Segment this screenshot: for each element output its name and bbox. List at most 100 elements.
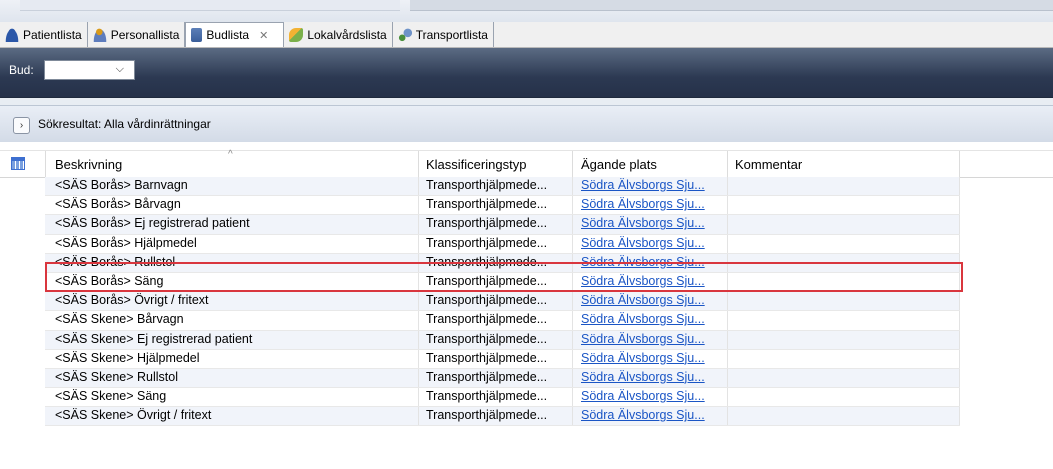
search-results-bar: › Sökresultat: Alla vårdinrättningar <box>0 105 1053 143</box>
cell-beskrivning: <SÄS Skene> Ej registrerad patient <box>55 331 253 346</box>
cleaning-icon <box>289 27 304 42</box>
column-divider[interactable] <box>572 151 573 177</box>
table-row[interactable]: <SÄS Skene> Rullstol Transporthjälpmede..… <box>0 368 1053 389</box>
cell-beskrivning: <SÄS Borås> Ej registrerad patient <box>55 216 250 231</box>
column-divider[interactable] <box>418 151 419 177</box>
results-table: Beskrivning ^ Klassificeringstyp Ägande … <box>0 142 1053 469</box>
cell-beskrivning: <SÄS Skene> Säng <box>55 389 167 404</box>
column-divider <box>572 330 573 350</box>
column-divider <box>727 388 728 408</box>
column-divider <box>572 234 573 254</box>
column-header-beskrivning[interactable]: Beskrivning <box>55 157 122 172</box>
column-divider <box>959 196 960 216</box>
close-tab-icon[interactable]: ✕ <box>259 29 268 42</box>
cell-klassificeringstyp: Transporthjälpmede... <box>426 369 548 384</box>
cell-agande-plats-link[interactable]: Södra Älvsborgs Sju... <box>581 216 705 230</box>
table-row[interactable]: <SÄS Skene> Ej registrerad patient Transp… <box>0 330 1053 350</box>
personnel-icon <box>92 27 107 42</box>
table-row[interactable]: <SÄS Skene> Övrigt / fritext Transporthjä… <box>0 407 1053 427</box>
cell-agande-plats-link[interactable]: Södra Älvsborgs Sju... <box>581 408 705 422</box>
tab-patientlista[interactable]: Patientlista <box>0 22 88 47</box>
column-divider <box>959 388 960 408</box>
bud-select[interactable]: ⌵ <box>44 60 135 80</box>
table-row[interactable]: <SÄS Skene> Hjälpmedel Transporthjälpmede… <box>0 349 1053 369</box>
cell-agande-plats-link[interactable]: Södra Älvsborgs Sju... <box>581 332 705 346</box>
cell-klassificeringstyp: Transporthjälpmede... <box>426 273 548 288</box>
bud-label: Bud: <box>9 63 34 77</box>
column-divider[interactable] <box>727 151 728 177</box>
column-divider <box>418 196 419 216</box>
table-row[interactable]: <SÄS Skene> Säng Transporthjälpmede... Söd… <box>0 388 1053 408</box>
column-divider <box>572 272 573 293</box>
expand-toggle-button[interactable]: › <box>13 117 30 134</box>
column-divider <box>572 368 573 389</box>
tab-personallista[interactable]: Personallista <box>87 22 186 47</box>
tab-lokalvardslista[interactable]: Lokalvårdslista <box>284 22 393 47</box>
column-divider <box>959 177 960 197</box>
cell-beskrivning: <SÄS Skene> Övrigt / fritext <box>55 408 212 423</box>
cell-agande-plats-link[interactable]: Södra Älvsborgs Sju... <box>581 236 705 250</box>
cell-klassificeringstyp: Transporthjälpmede... <box>426 197 548 212</box>
table-row[interactable]: <SÄS Skene> Bårvagn Transporthjälpmede...… <box>0 311 1053 331</box>
search-results-title: Sökresultat: Alla vårdinrättningar <box>38 117 211 131</box>
column-header-kommentar[interactable]: Kommentar <box>735 157 802 172</box>
tab-budlista[interactable]: Budlista ✕ <box>185 22 285 47</box>
table-row[interactable]: <SÄS Borås> Ej registrerad patient Transp… <box>0 215 1053 235</box>
column-divider <box>727 407 728 427</box>
column-divider <box>959 215 960 235</box>
cell-klassificeringstyp: Transporthjälpmede... <box>426 331 548 346</box>
column-divider <box>572 349 573 369</box>
table-grid-icon[interactable] <box>11 157 25 170</box>
table-row[interactable]: <SÄS Borås> Övrigt / fritext Transporthjä… <box>0 292 1053 312</box>
column-divider <box>572 388 573 408</box>
toolbar-strip <box>20 0 400 11</box>
cell-klassificeringstyp: Transporthjälpmede... <box>426 350 548 365</box>
cell-agande-plats-link[interactable]: Södra Älvsborgs Sju... <box>581 255 705 269</box>
cell-agande-plats-link[interactable]: Södra Älvsborgs Sju... <box>581 178 705 192</box>
column-divider <box>959 407 960 427</box>
column-divider <box>572 407 573 427</box>
column-divider <box>418 234 419 254</box>
tab-transportlista[interactable]: Transportlista <box>392 22 494 47</box>
column-divider[interactable] <box>959 151 960 177</box>
cell-klassificeringstyp: Transporthjälpmede... <box>426 389 548 404</box>
table-row[interactable]: <SÄS Borås> Rullstol Transporthjälpmede..… <box>0 253 1053 273</box>
column-divider <box>727 234 728 254</box>
table-header: Beskrivning ^ Klassificeringstyp Ägande … <box>0 149 1053 178</box>
column-divider <box>959 253 960 273</box>
cell-klassificeringstyp: Transporthjälpmede... <box>426 178 548 192</box>
column-divider <box>727 196 728 216</box>
column-divider <box>727 330 728 350</box>
cell-beskrivning: <SÄS Borås> Övrigt / fritext <box>55 293 209 308</box>
cell-agande-plats-link[interactable]: Södra Älvsborgs Sju... <box>581 351 705 365</box>
column-divider <box>959 349 960 369</box>
cell-klassificeringstyp: Transporthjälpmede... <box>426 216 548 231</box>
cell-agande-plats-link[interactable]: Södra Älvsborgs Sju... <box>581 312 705 326</box>
cell-agande-plats-link[interactable]: Södra Älvsborgs Sju... <box>581 293 705 307</box>
cell-beskrivning: <SÄS Borås> Barnvagn <box>55 178 188 192</box>
cell-beskrivning: <SÄS Borås> Säng <box>55 273 164 288</box>
cell-agande-plats-link[interactable]: Södra Älvsborgs Sju... <box>581 274 705 288</box>
column-header-agande-plats[interactable]: Ägande plats <box>581 157 657 172</box>
column-divider <box>572 177 573 197</box>
table-body: <SÄS Borås> Barnvagn Transporthjälpmede..… <box>0 177 1053 427</box>
table-row[interactable]: <SÄS Borås> Bårvagn Transporthjälpmede...… <box>0 196 1053 216</box>
cell-beskrivning: <SÄS Borås> Rullstol <box>55 254 176 269</box>
column-divider <box>727 272 728 293</box>
cell-agande-plats-link[interactable]: Södra Älvsborgs Sju... <box>581 370 705 384</box>
chevron-down-icon: ⌵ <box>115 63 124 75</box>
cell-agande-plats-link[interactable]: Södra Älvsborgs Sju... <box>581 197 705 211</box>
transport-icon <box>397 27 412 42</box>
table-row[interactable]: <SÄS Borås> Säng Transporthjälpmede... Söd… <box>0 272 1053 293</box>
column-header-klassificeringstyp[interactable]: Klassificeringstyp <box>426 157 526 172</box>
table-row[interactable]: <SÄS Borås> Hjälpmedel Transporthjälpmede… <box>0 234 1053 254</box>
cell-beskrivning: <SÄS Skene> Rullstol <box>55 369 178 384</box>
bud-filter-bar: Bud: ⌵ <box>0 48 1053 98</box>
tab-label: Patientlista <box>23 27 82 42</box>
column-divider <box>418 215 419 235</box>
table-row[interactable]: <SÄS Borås> Barnvagn Transporthjälpmede..… <box>0 177 1053 197</box>
cell-beskrivning: <SÄS Borås> Hjälpmedel <box>55 235 197 250</box>
cell-agande-plats-link[interactable]: Södra Älvsborgs Sju... <box>581 389 705 403</box>
column-divider <box>572 215 573 235</box>
column-divider <box>959 311 960 331</box>
